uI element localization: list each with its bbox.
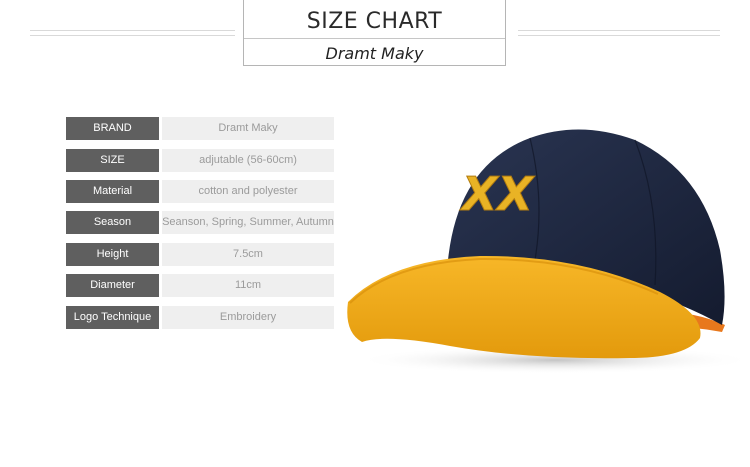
header-rule-right [518,30,720,36]
spec-row-diameter: Diameter 11cm [66,274,334,297]
spec-label: Material [66,180,159,203]
spec-row-height: Height 7.5cm [66,243,334,266]
baseball-cap-image: XX [347,129,750,374]
spec-value: 7.5cm [162,243,334,266]
spec-label: Logo Technique [66,306,159,329]
header-rule-left [30,30,235,36]
spec-row-brand: BRAND Dramt Maky [66,117,334,140]
size-chart-header: SIZE CHART Dramt Maky [243,0,506,66]
spec-label: BRAND [66,117,159,140]
header-divider [244,38,505,39]
spec-row-logo-technique: Logo Technique Embroidery [66,306,334,329]
spec-label: Height [66,243,159,266]
spec-value: Embroidery [162,306,334,329]
spec-label: Season [66,211,159,234]
spec-value: Dramt Maky [162,117,334,140]
page-title: SIZE CHART [306,9,443,34]
spec-value: cotton and polyester [162,180,334,203]
spec-value: 11cm [162,274,334,297]
spec-label: SIZE [66,149,159,172]
spec-value: Seanson, Spring, Summer, Autumn [162,211,334,234]
brand-subtitle: Dramt Maky [325,44,424,63]
cap-logo-embroidery: XX [459,167,535,221]
spec-value: adjutable (56-60cm) [162,149,334,172]
spec-row-season: Season Seanson, Spring, Summer, Autumn [66,211,334,234]
spec-row-size: SIZE adjutable (56-60cm) [66,149,334,172]
spec-row-material: Material cotton and polyester [66,180,334,203]
spec-label: Diameter [66,274,159,297]
